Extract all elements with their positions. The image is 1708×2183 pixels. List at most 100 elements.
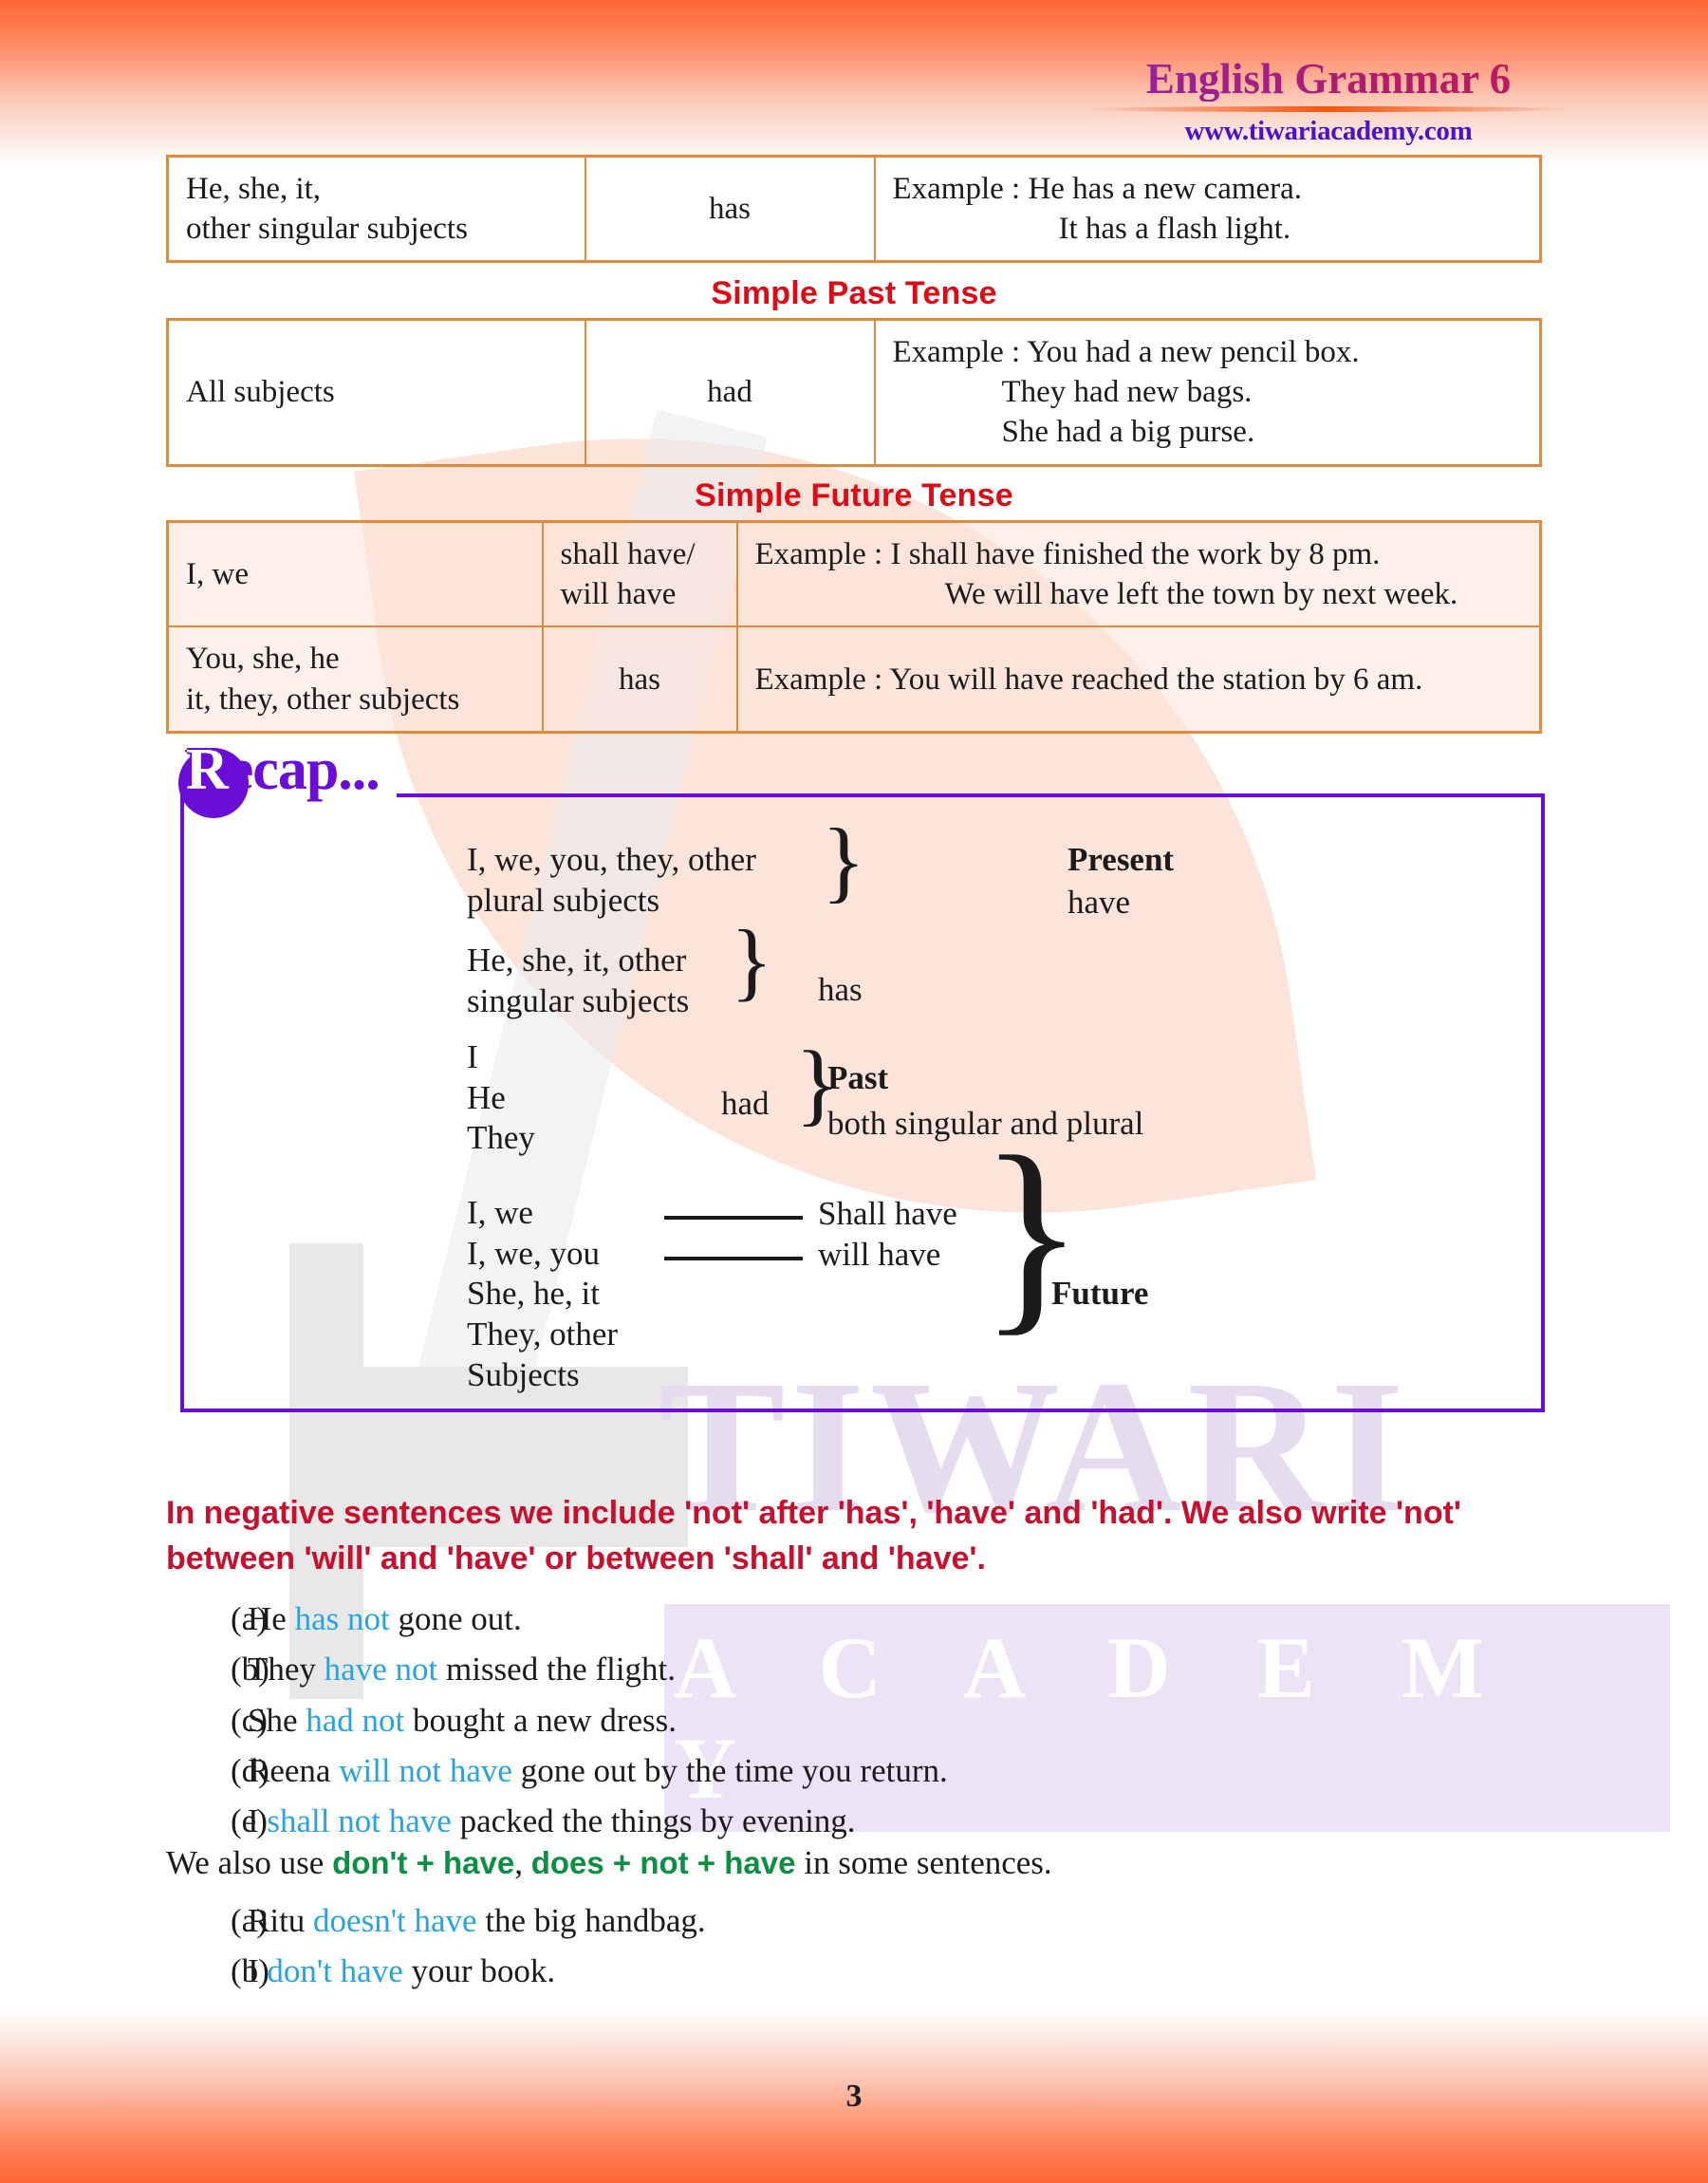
list-item-text: Ritu doesn't have the big handbag. xyxy=(248,1898,706,1944)
recap-subjects-present: I, we, you, they, other plural subjects xyxy=(467,840,808,921)
list-item: (a) Ritu doesn't have the big handbag. xyxy=(166,1898,1542,1944)
recap-subject-line: I, we, you, they, other xyxy=(467,841,756,878)
heading-simple-future-tense: Simple Future Tense xyxy=(695,477,1013,513)
recap-verb-shall-have: Shall have xyxy=(818,1195,957,1232)
website-url: www.tiwariacademy.com xyxy=(1184,116,1473,147)
recap-top-rule xyxy=(397,793,1545,797)
recap-title: Recap... xyxy=(186,737,381,802)
table-simple-future: I, we shall have/ will have Example : I … xyxy=(166,520,1542,734)
list-item-label: (b) xyxy=(231,1651,269,1689)
text-pre: Ritu xyxy=(248,1902,314,1939)
example-line: Example : He has a new camera. xyxy=(892,172,1303,206)
highlighted-phrase: will not have xyxy=(339,1751,512,1789)
recap-subject-line: I xyxy=(467,1038,478,1075)
list-item: (d) Reena will not have gone out by the … xyxy=(166,1748,1542,1794)
list-item: (c) She had not bought a new dress. xyxy=(166,1698,1542,1744)
recap-subject-line: I, we, you xyxy=(467,1234,600,1272)
example-line: We will have left the town by next week. xyxy=(944,577,1458,612)
list-item: (e) I shall not have packed the things b… xyxy=(166,1799,1542,1844)
list-item-label: (e) xyxy=(231,1802,268,1840)
negative-examples-list: (a) He has not gone out. (b) They have n… xyxy=(166,1596,1542,1849)
recap-verb-will-have: will have xyxy=(818,1236,941,1273)
highlighted-phrase: don't have xyxy=(267,1952,403,1990)
list-item-label: (b) xyxy=(231,1952,269,1990)
text-post: missed the flight. xyxy=(437,1651,677,1689)
recap-subject-line: She, he, it xyxy=(467,1275,600,1313)
table-row: He, she, it, other singular subjects has… xyxy=(166,155,1542,263)
verb-line-1: shall have/ xyxy=(560,537,696,571)
text-pre: She xyxy=(248,1701,306,1739)
table-row: You, she, he it, they, other subjects ha… xyxy=(166,625,1542,734)
example-line: They had new bags. xyxy=(1001,375,1253,410)
highlighted-phrase: doesn't have xyxy=(313,1902,477,1939)
cell-verb: had xyxy=(584,318,876,467)
cell-verb: has xyxy=(584,155,876,263)
recap-tense-present-verb: have xyxy=(1068,884,1131,921)
text-post: gone out by the time you return. xyxy=(511,1751,948,1789)
recap-tense-present: Present xyxy=(1068,841,1175,878)
text-post: bought a new dress. xyxy=(404,1701,678,1739)
text-pre: They xyxy=(248,1651,325,1689)
recap-subject-line: I, we xyxy=(467,1194,533,1231)
subject-line-2: it, they, other subjects xyxy=(186,681,460,717)
recap-subject-line: Subjects xyxy=(467,1355,580,1393)
cell-examples: Example : He has a new camera. It has a … xyxy=(873,155,1542,263)
recap-subjects-future: I, we I, we, you She, he, it They, other… xyxy=(467,1193,714,1395)
cell-verb: has xyxy=(541,625,738,734)
recap-subject-line: They, other xyxy=(467,1315,619,1353)
cell-verb: shall have/ will have xyxy=(541,520,738,628)
example-line: It has a flash light. xyxy=(1058,212,1291,247)
example-line: Example : I shall have finished the work… xyxy=(754,537,1381,571)
subject-line-1: I, we xyxy=(186,557,249,592)
text-post: the big handbag. xyxy=(476,1902,706,1939)
page-number: 3 xyxy=(845,2079,863,2114)
page-content: English Grammar 6 www.tiwariacademy.com … xyxy=(0,0,1708,2183)
page-header: English Grammar 6 www.tiwariacademy.com xyxy=(1082,56,1575,147)
highlighted-phrase: had not xyxy=(306,1701,405,1739)
text-pre: He xyxy=(248,1600,295,1637)
also-use-sentence: We also use don't + have, does + not + h… xyxy=(166,1844,1542,1882)
negative-rule-paragraph: In negative sentences we include 'not' a… xyxy=(166,1495,1461,1577)
cell-subject: I, we xyxy=(166,520,544,628)
brace-present-icon: } xyxy=(822,810,866,911)
cell-examples: Example : You had a new pencil box. They… xyxy=(873,318,1542,467)
list-item-text: Reena will not have gone out by the time… xyxy=(248,1748,948,1794)
verb-line-2: will have xyxy=(560,577,677,612)
table-present-perfect-singular: He, she, it, other singular subjects has… xyxy=(166,155,1542,264)
highlighted-phrase: has not xyxy=(294,1600,390,1637)
also-use-pre: We also use xyxy=(166,1844,333,1881)
recap-verb-has: has xyxy=(818,971,863,1008)
example-line: Example : You will have reached the stat… xyxy=(754,662,1423,697)
list-item-text: I don't have your book. xyxy=(248,1949,555,1994)
text-post: your book. xyxy=(402,1952,556,1990)
cell-examples: Example : I shall have finished the work… xyxy=(735,520,1542,628)
cell-subject: You, she, he it, they, other subjects xyxy=(166,625,544,734)
highlighted-phrase: have not xyxy=(324,1651,438,1689)
book-title: English Grammar 6 xyxy=(1082,56,1575,102)
brace-singular-icon: } xyxy=(731,912,773,1009)
highlighted-phrase: shall not have xyxy=(267,1802,452,1840)
also-use-post: in some sentences. xyxy=(795,1844,1052,1881)
header-divider xyxy=(1082,106,1575,113)
recap-subject-line: He xyxy=(467,1078,506,1116)
list-item-text: I shall not have packed the things by ev… xyxy=(248,1799,856,1844)
also-use-mid: , xyxy=(514,1844,531,1881)
list-item-label: (a) xyxy=(231,1902,268,1939)
cell-subject: All subjects xyxy=(166,318,586,467)
cell-examples: Example : You will have reached the stat… xyxy=(735,625,1542,734)
connector-line-will xyxy=(664,1257,803,1260)
example-line: Example : You had a new pencil box. xyxy=(892,335,1360,369)
dont-have-examples-list: (a) Ritu doesn't have the big handbag. (… xyxy=(166,1898,1542,2000)
table-simple-past: All subjects had Example : You had a new… xyxy=(166,318,1542,467)
text-pre: Reena xyxy=(248,1751,340,1789)
list-item-label: (a) xyxy=(231,1600,268,1637)
list-item-text: They have not missed the flight. xyxy=(248,1647,676,1692)
list-item-label: (d) xyxy=(231,1751,269,1789)
list-item-label: (c) xyxy=(231,1701,268,1739)
text-post: gone out. xyxy=(389,1600,522,1637)
text-pre: I xyxy=(248,1952,268,1990)
recap-initial: R xyxy=(186,737,229,802)
list-item: (b) They have not missed the flight. xyxy=(166,1647,1542,1692)
recap-verb-had: had xyxy=(721,1085,770,1122)
table-row: All subjects had Example : You had a new… xyxy=(166,318,1542,467)
